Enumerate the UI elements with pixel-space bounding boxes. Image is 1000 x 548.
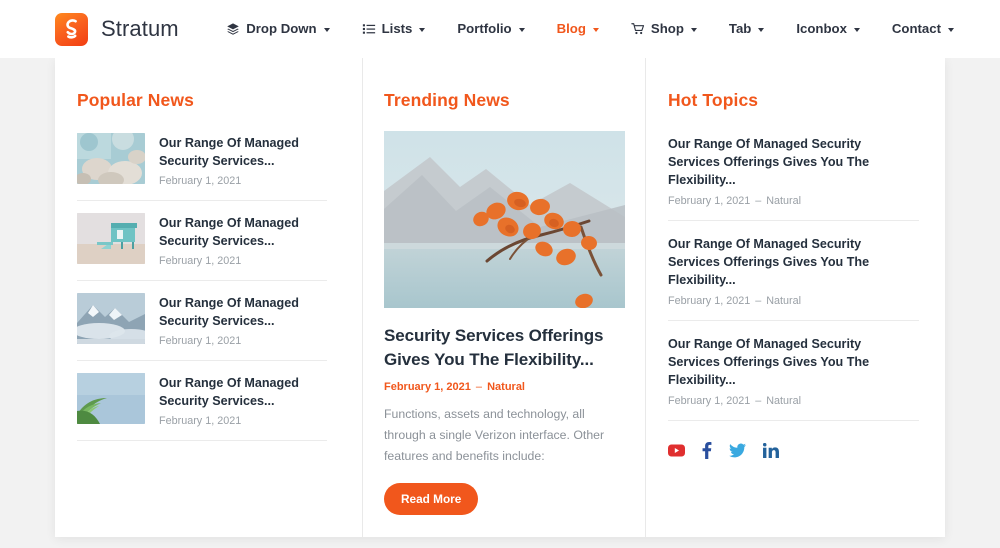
list-item-date: February 1, 2021 [159, 415, 242, 427]
nav-label: Blog [556, 21, 586, 36]
list-item-title: Our Range Of Managed Security Services O… [668, 137, 870, 187]
list-item-date: February 1, 2021 [159, 335, 242, 347]
nav-item-drop-down[interactable]: Drop Down [210, 0, 345, 58]
nav-item-blog[interactable]: Blog [541, 0, 615, 58]
content-card: Popular News Our Range Of Managed Securi… [55, 58, 945, 537]
stratum-s-logo-icon [55, 12, 88, 46]
chevron-down-icon [592, 28, 599, 32]
social-links [668, 442, 919, 459]
list-item-date: February 1, 2021 [668, 395, 751, 407]
meta-separator: – [755, 195, 762, 207]
list-item-date: February 1, 2021 [668, 195, 751, 207]
nav-item-tab[interactable]: Tab [713, 0, 780, 58]
list-item-date: February 1, 2021 [159, 175, 242, 187]
thumbnail-palm-leaves [77, 373, 145, 424]
list-item[interactable]: Our Range Of Managed Security Services O… [668, 221, 919, 321]
nav-item-shop[interactable]: Shop [615, 0, 713, 58]
nav-item-contact[interactable]: Contact [876, 0, 970, 58]
chevron-down-icon [518, 28, 525, 32]
popular-news-column: Popular News Our Range Of Managed Securi… [55, 58, 362, 537]
list-item-category[interactable]: Natural [766, 195, 801, 207]
meta-separator: – [475, 381, 483, 393]
trending-post-title[interactable]: Security Services Offerings Gives You Th… [384, 324, 623, 372]
twitter-icon[interactable] [729, 443, 746, 458]
nav-label: Contact [891, 21, 941, 36]
nav-item-iconbox[interactable]: Iconbox [780, 0, 876, 58]
meta-separator: – [755, 295, 762, 307]
trending-news-column: Trending News Security Services Offering… [362, 58, 645, 537]
youtube-icon[interactable] [668, 444, 685, 457]
cart-icon [631, 22, 645, 36]
list-item-date: February 1, 2021 [159, 255, 242, 267]
chevron-down-icon [948, 28, 954, 32]
list-item[interactable]: Our Range Of Managed Security Services..… [77, 361, 327, 441]
nav-label: Tab [728, 21, 752, 36]
thumbnail-snowy-mountains [77, 293, 145, 344]
layers-icon [226, 22, 240, 36]
nav-label: Drop Down [246, 21, 317, 36]
list-icon [362, 22, 376, 36]
read-more-button[interactable]: Read More [384, 483, 479, 515]
list-item-title: Our Range Of Managed Security Services O… [668, 237, 870, 287]
hot-topics-column: Hot Topics Our Range Of Managed Security… [645, 58, 945, 537]
popular-news-title: Popular News [77, 90, 194, 110]
trending-post-date[interactable]: February 1, 2021 [384, 381, 471, 393]
brand-logo[interactable]: Stratum [55, 12, 179, 46]
list-item[interactable]: Our Range Of Managed Security Services..… [77, 131, 327, 201]
main-navigation: Drop Down Lists Portfolio Blog Shop Tab … [210, 0, 970, 58]
list-item-meta: February 1, 2021 – Natural [668, 295, 919, 307]
nav-item-lists[interactable]: Lists [346, 0, 442, 58]
trending-post-meta: February 1, 2021 – Natural [384, 381, 623, 393]
list-item-title: Our Range Of Managed Security Services O… [668, 337, 870, 387]
nav-label: Lists [381, 21, 413, 36]
trending-news-title: Trending News [384, 90, 510, 110]
hot-topics-title: Hot Topics [668, 90, 759, 110]
thumbnail-lifeguard-tower [77, 213, 145, 264]
list-item-category[interactable]: Natural [766, 395, 801, 407]
chevron-down-icon [758, 28, 765, 32]
facebook-icon[interactable] [702, 442, 712, 459]
list-item-title: Our Range Of Managed Security Services..… [159, 216, 299, 248]
list-item[interactable]: Our Range Of Managed Security Services O… [668, 321, 919, 421]
list-item-category[interactable]: Natural [766, 295, 801, 307]
nav-label: Portfolio [457, 21, 512, 36]
linkedin-icon[interactable] [763, 443, 779, 458]
site-header: Stratum Drop Down Lists Portfolio Blog S… [0, 0, 1000, 58]
list-item-date: February 1, 2021 [668, 295, 751, 307]
chevron-down-icon [323, 28, 330, 32]
hero-image-orange-leaves[interactable] [384, 131, 625, 308]
list-item-title: Our Range Of Managed Security Services..… [159, 136, 299, 168]
list-item[interactable]: Our Range Of Managed Security Services..… [77, 281, 327, 361]
nav-label: Shop [650, 21, 684, 36]
chevron-down-icon [419, 28, 426, 32]
thumbnail-rocky-shore [77, 133, 145, 184]
list-item-meta: February 1, 2021 – Natural [668, 395, 919, 407]
list-item-title: Our Range Of Managed Security Services..… [159, 296, 299, 328]
list-item[interactable]: Our Range Of Managed Security Services..… [77, 201, 327, 281]
nav-label: Iconbox [796, 21, 847, 36]
list-item-title: Our Range Of Managed Security Services..… [159, 376, 299, 408]
list-item[interactable]: Our Range Of Managed Security Services O… [668, 131, 919, 221]
chevron-down-icon [853, 28, 860, 32]
trending-post-category[interactable]: Natural [487, 381, 525, 393]
nav-item-portfolio[interactable]: Portfolio [441, 0, 540, 58]
brand-name: Stratum [101, 16, 179, 41]
meta-separator: – [755, 395, 762, 407]
trending-post-excerpt: Functions, assets and technology, all th… [384, 407, 605, 463]
list-item-meta: February 1, 2021 – Natural [668, 195, 919, 207]
chevron-down-icon [690, 28, 697, 32]
